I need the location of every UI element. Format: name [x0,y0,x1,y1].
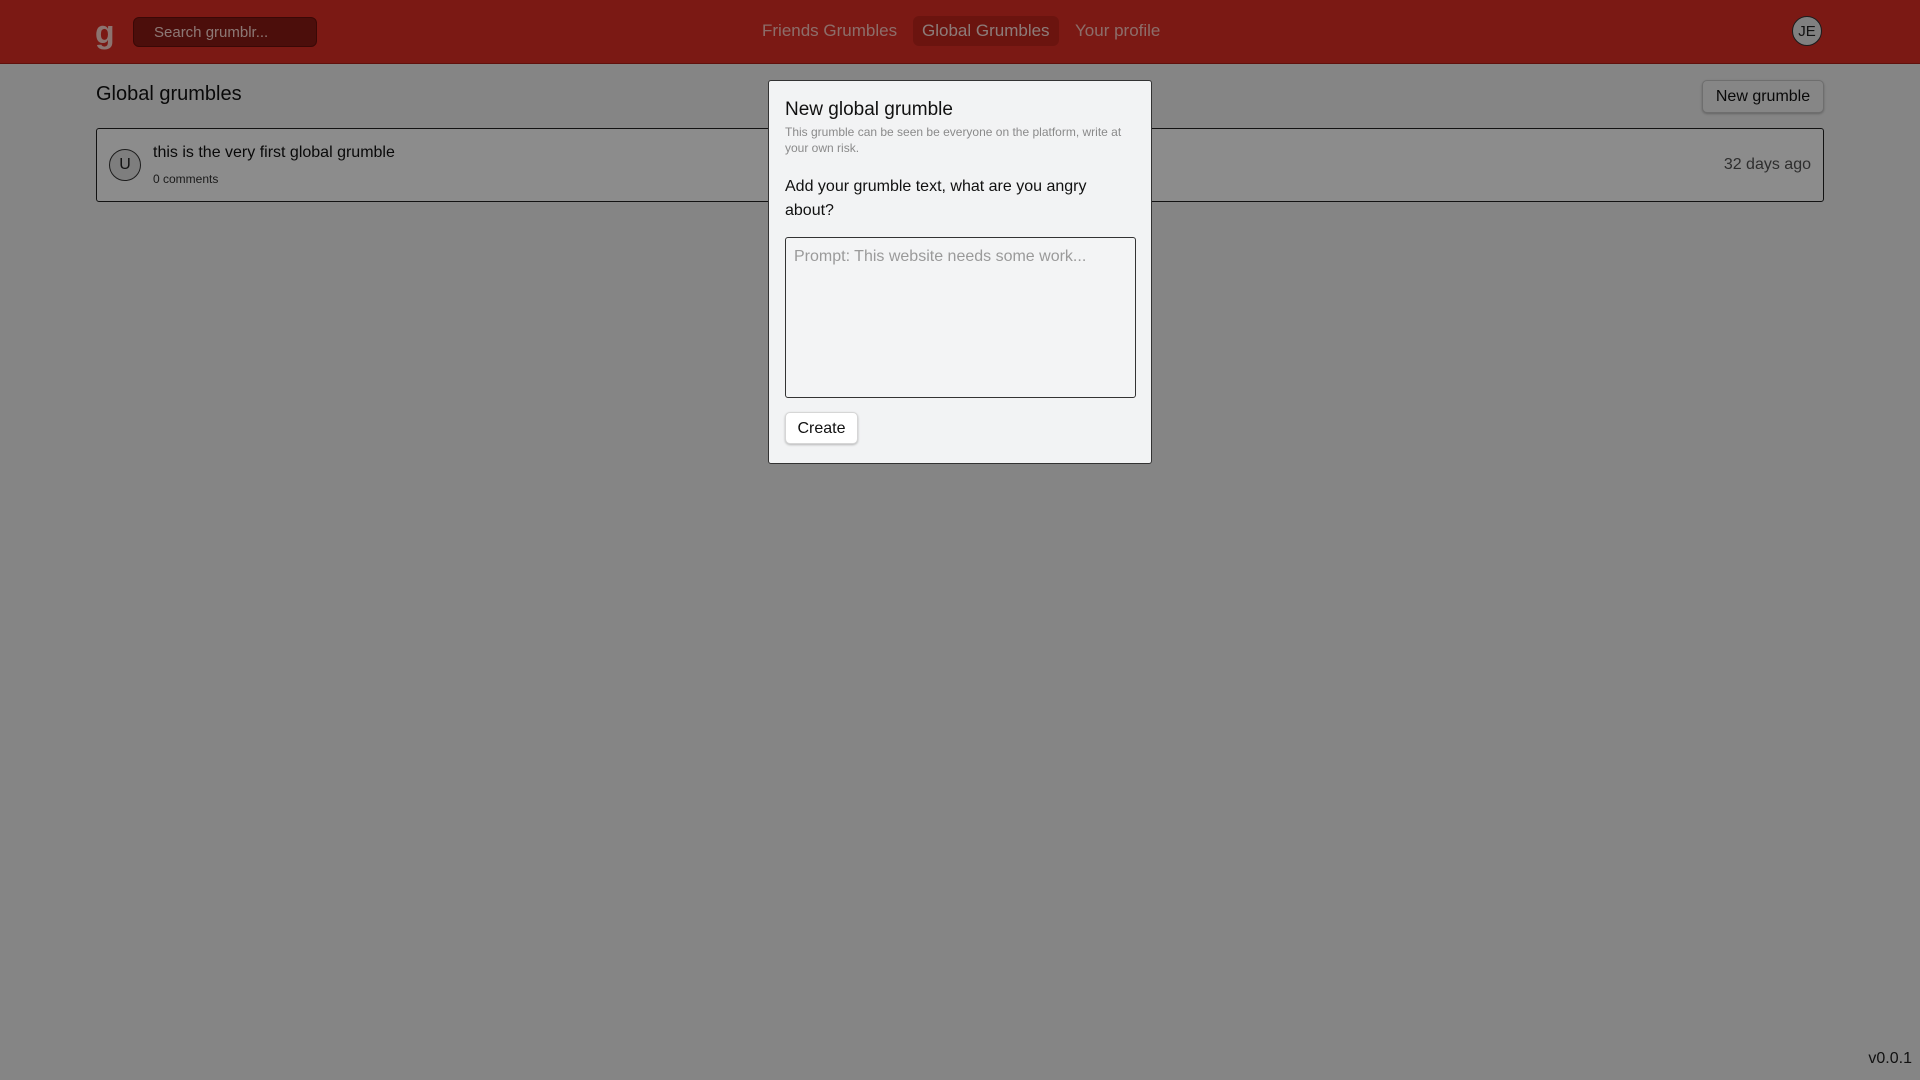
app-version: v0.0.1 [1868,1050,1912,1067]
new-grumble-modal: New global grumble This grumble can be s… [768,80,1152,464]
create-button[interactable]: Create [785,412,858,444]
grumble-text-input[interactable] [785,237,1136,398]
grumble-text-label: Add your grumble text, what are you angr… [785,178,1087,219]
modal-title: New global grumble [785,99,953,120]
modal-subtitle: This grumble can be seen be everyone on … [785,125,1122,155]
